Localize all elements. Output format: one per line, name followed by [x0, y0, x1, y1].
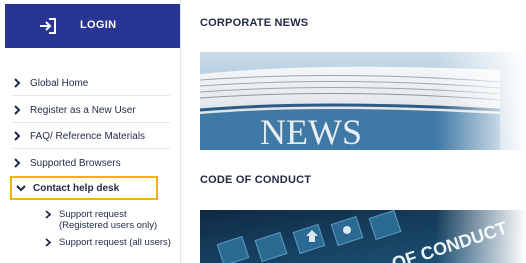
sidebar-item-supported-browsers[interactable]: Supported Browsers	[12, 153, 172, 173]
login-button[interactable]: LOGIN	[5, 4, 180, 48]
sub-item-label: Support request (all users)	[59, 237, 171, 248]
sidebar: LOGIN Global Home Register as a New User…	[0, 0, 181, 263]
code-of-conduct-image[interactable]: OF CONDUCT	[200, 210, 526, 263]
divider	[12, 148, 170, 149]
chevron-right-icon	[14, 158, 21, 168]
chevron-right-icon	[14, 78, 21, 88]
chevron-down-icon	[16, 185, 26, 192]
chevron-right-icon	[14, 105, 21, 115]
sidebar-item-label: Contact help desk	[33, 182, 120, 194]
section-title-code-of-conduct: CODE OF CONDUCT	[200, 174, 312, 186]
chevron-right-icon	[45, 238, 52, 247]
sub-item-support-request-registered[interactable]: Support request (Registered users only)	[44, 209, 174, 231]
corporate-news-image[interactable]: NEWS	[200, 52, 526, 150]
sidebar-item-global-home[interactable]: Global Home	[12, 73, 172, 93]
sidebar-item-label: FAQ/ Reference Materials	[30, 130, 146, 142]
sidebar-item-contact-help-desk[interactable]: Contact help desk	[10, 176, 158, 200]
image-fade	[436, 210, 526, 263]
divider	[12, 122, 170, 123]
chevron-right-icon	[14, 131, 21, 141]
divider	[12, 95, 170, 96]
sidebar-item-register[interactable]: Register as a New User	[12, 100, 172, 120]
news-image-text: NEWS	[260, 112, 362, 150]
login-arrow-icon	[40, 18, 56, 34]
sidebar-item-label: Register as a New User	[30, 104, 136, 116]
chevron-right-icon	[45, 210, 52, 219]
login-label: LOGIN	[80, 19, 117, 31]
sidebar-item-label: Global Home	[30, 77, 89, 89]
sub-item-support-request-all[interactable]: Support request (all users)	[44, 237, 174, 248]
section-title-corporate-news: CORPORATE NEWS	[200, 17, 309, 29]
image-fade	[436, 52, 526, 150]
sidebar-item-label: Supported Browsers	[30, 157, 121, 169]
sidebar-item-faq[interactable]: FAQ/ Reference Materials	[12, 126, 172, 146]
sub-item-label: Support request (Registered users only)	[59, 209, 158, 231]
page: LOGIN Global Home Register as a New User…	[0, 0, 526, 263]
